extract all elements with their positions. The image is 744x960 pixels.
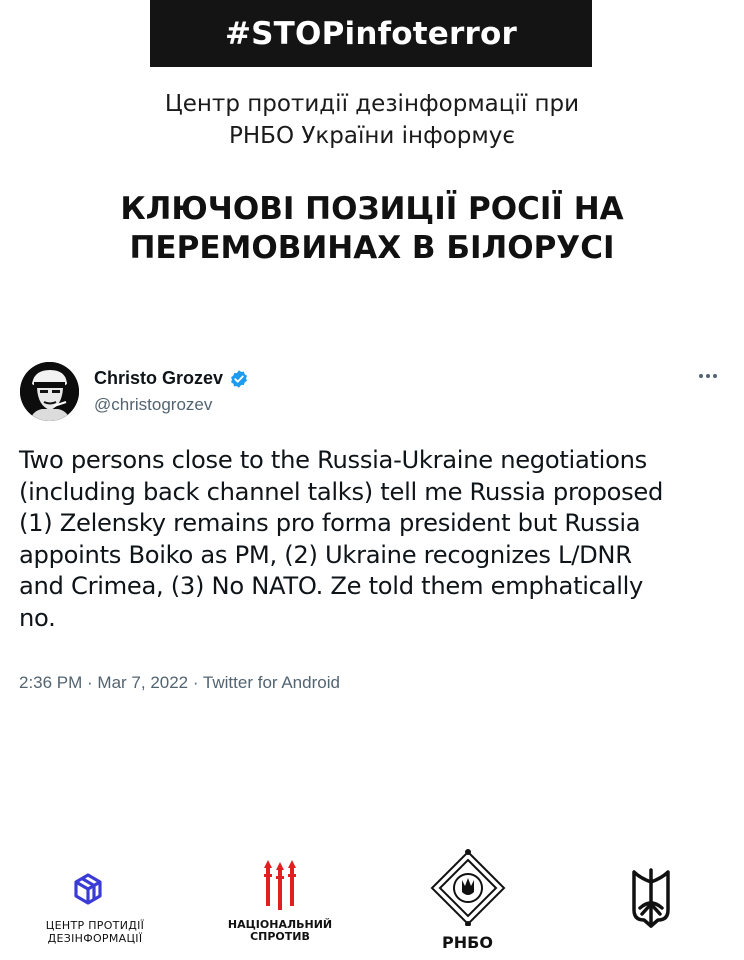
author-name[interactable]: Christo Grozev	[94, 368, 249, 389]
headline: КЛЮЧОВІ ПОЗИЦІЇ РОСІЇ НА ПЕРЕМОВИНАХ В Б…	[0, 190, 744, 268]
author-name-text: Christo Grozev	[94, 368, 224, 388]
nr-logo-line-2: СПРОТИВ	[250, 930, 310, 943]
dot	[713, 374, 717, 378]
hashtag-text: #STOPinfoterror	[224, 15, 517, 52]
dot	[706, 374, 710, 378]
verified-badge-icon	[231, 369, 247, 388]
hashtag-banner: #STOPinfoterror	[150, 0, 592, 67]
tweet-line: and Crimea, (3) No NATO. Ze told them em…	[19, 572, 644, 600]
cpd-logo-line-1: ЦЕНТР ПРОТИДІЇ	[45, 919, 145, 932]
avatar-portrait-icon	[20, 362, 79, 421]
tweet-line: no.	[19, 603, 56, 632]
national-resistance-logo: НАЦІОНАЛЬНИЙ СПРОТИВ	[220, 860, 340, 943]
cpd-logo-line-2: ДЕЗІНФОРМАЦІЇ	[47, 932, 143, 945]
cube-icon	[74, 873, 102, 905]
dot	[699, 374, 703, 378]
avatar[interactable]	[20, 362, 79, 421]
trident-logo	[628, 868, 674, 939]
trident-icon	[632, 868, 670, 928]
arrows-icon	[264, 860, 296, 910]
tweet-line: (including back channel talks) tell me R…	[19, 477, 664, 506]
subtitle-line-1: Центр протидії дезінформації при	[164, 91, 580, 117]
rnbo-logo-text: РНБО	[442, 933, 493, 952]
author-handle[interactable]: @christogrozev	[94, 395, 212, 415]
headline-line-2: ПЕРЕМОВИНАХ В БІЛОРУСІ	[129, 230, 615, 266]
subtitle: Центр протидії дезінформації при РНБО Ук…	[0, 88, 744, 152]
tweet-line: (1) Zelensky remains pro forma president…	[19, 509, 641, 537]
tweet-line: Two persons close to the Russia-Ukraine …	[19, 446, 647, 474]
tweet-text: Two persons close to the Russia-Ukraine …	[19, 445, 719, 634]
rnbo-logo: РНБО	[420, 848, 515, 952]
subtitle-line-2: РНБО України інформує	[229, 123, 515, 149]
more-options-icon[interactable]	[694, 366, 722, 386]
tweet-timestamp[interactable]: 2:36 PM · Mar 7, 2022 · Twitter for Andr…	[19, 673, 340, 693]
cpd-logo: ЦЕНТР ПРОТИДІЇ ДЕЗІНФОРМАЦІЇ	[30, 870, 160, 945]
rnbo-emblem-icon	[430, 849, 505, 927]
tweet-line: appoints Boiko as PM, (2) Ukraine recogn…	[19, 540, 632, 569]
headline-line-1: КЛЮЧОВІ ПОЗИЦІЇ РОСІЇ НА	[120, 191, 624, 227]
